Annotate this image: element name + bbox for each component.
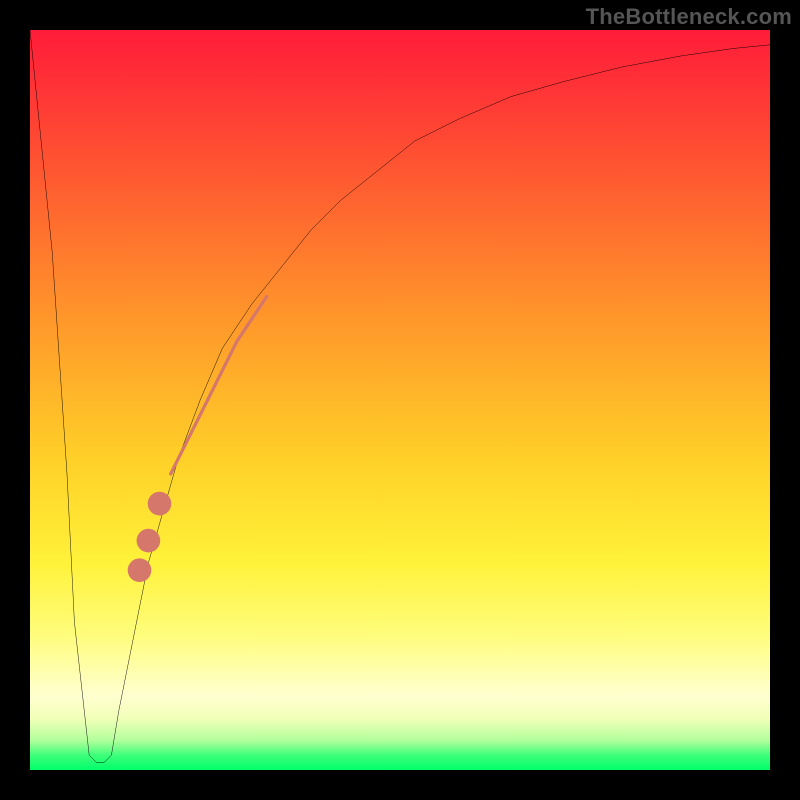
- chart-frame: TheBottleneck.com: [0, 0, 800, 800]
- watermark-label: TheBottleneck.com: [586, 4, 792, 30]
- highlight-dot: [148, 492, 172, 516]
- highlight-dot: [128, 558, 152, 582]
- highlight-dots: [128, 492, 172, 582]
- chart-svg: [30, 30, 770, 770]
- bottleneck-curve: [30, 30, 770, 763]
- highlight-dot: [137, 529, 161, 553]
- highlight-segment: [171, 296, 267, 474]
- plot-area: [30, 30, 770, 770]
